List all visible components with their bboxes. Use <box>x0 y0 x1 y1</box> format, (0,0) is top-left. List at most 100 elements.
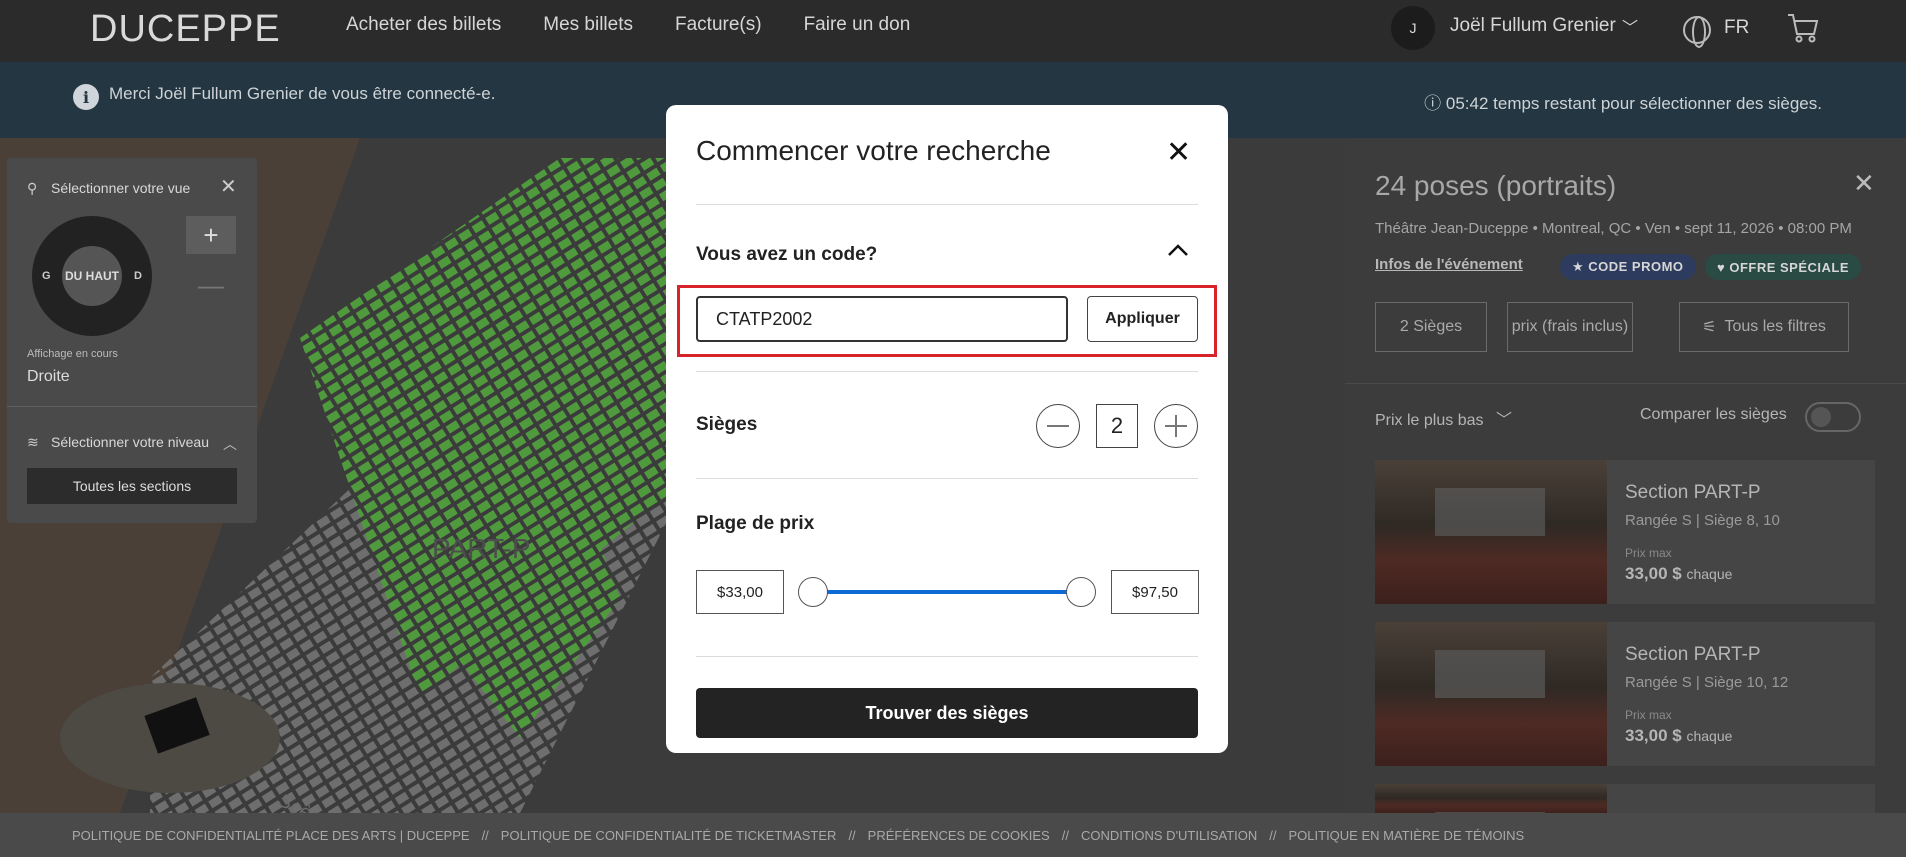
footer-link-privacy-pda[interactable]: POLITIQUE DE CONFIDENTIALITÉ PLACE DES A… <box>72 828 470 843</box>
chevron-down-icon[interactable]: ﹀ <box>1622 14 1638 38</box>
listing-price-label: Prix max <box>1625 708 1672 722</box>
duceppe-logo[interactable]: DUCEPPE <box>90 8 281 51</box>
listing-card[interactable]: Section PART-P Rangée S | Siège 8, 10 Pr… <box>1375 460 1875 604</box>
price-unit: chaque <box>1686 566 1733 582</box>
compare-seats-label: Comparer les sièges <box>1640 406 1787 423</box>
footer-separator: // <box>481 827 489 843</box>
divider <box>696 371 1198 372</box>
find-seats-button[interactable]: Trouver des sièges <box>696 688 1198 738</box>
compare-seats-toggle[interactable] <box>1805 402 1861 432</box>
current-view-value: Droite <box>27 368 70 385</box>
footer-link-privacy-tm[interactable]: POLITIQUE DE CONFIDENTIALITÉ DE TICKETMA… <box>501 828 837 843</box>
sliders-icon: ⚟ <box>1702 319 1717 336</box>
search-modal: Commencer votre recherche ✕ Vous avez un… <box>666 105 1228 753</box>
price-value: 33,00 $ <box>1625 726 1682 745</box>
listing-price: 33,00 $ chaque <box>1625 726 1732 746</box>
all-sections-button[interactable]: Toutes les sections <box>27 468 237 504</box>
nav-mes-billets[interactable]: Mes billets <box>543 14 633 36</box>
footer-link-terms[interactable]: CONDITIONS D'UTILISATION <box>1081 828 1257 843</box>
all-filters-label: Tous les filtres <box>1724 318 1826 335</box>
seat-view-image <box>1375 784 1607 857</box>
divider <box>1345 383 1906 384</box>
seat-view-image <box>1375 460 1607 604</box>
language-selector[interactable]: FR <box>1724 17 1749 39</box>
modal-title: Commencer votre recherche <box>696 135 1051 166</box>
close-icon[interactable]: ✕ <box>1166 135 1191 170</box>
section-label[interactable]: PART-P <box>432 533 531 565</box>
apply-code-button[interactable]: Appliquer <box>1087 296 1198 342</box>
seats-count[interactable]: 2 <box>1096 404 1138 448</box>
user-avatar[interactable]: J <box>1391 6 1435 50</box>
divider <box>696 478 1198 479</box>
login-notice-text: Merci Joël Fullum Grenier de vous être c… <box>109 84 496 103</box>
view-dial-top[interactable]: DU HAUT <box>62 246 122 306</box>
listing-card-partial[interactable] <box>1375 784 1875 857</box>
seat-timer: ⓘ 05:42 temps restant pour sélectionner … <box>1424 94 1822 113</box>
listing-price: 33,00 $ chaque <box>1625 564 1732 584</box>
price-max-handle[interactable] <box>1066 577 1096 607</box>
top-nav: DUCEPPE Acheter des billets Mes billets … <box>0 0 1906 62</box>
seats-decrement-button[interactable] <box>1036 404 1080 448</box>
price-range-track[interactable] <box>812 590 1080 594</box>
nav-acheter-billets[interactable]: Acheter des billets <box>346 14 501 36</box>
promo-code-badge: ★ CODE PROMO <box>1560 254 1696 280</box>
seats-increment-button[interactable] <box>1154 404 1198 448</box>
price-value: 33,00 $ <box>1625 564 1682 583</box>
seat-view-image <box>1375 622 1607 766</box>
close-icon[interactable]: ✕ <box>1853 168 1875 199</box>
main-nav: Acheter des billets Mes billets Facture(… <box>346 14 910 36</box>
promo-code-label: Vous avez un code? <box>696 244 878 265</box>
view-panel: ⚲ Sélectionner votre vue ✕ DU HAUT G D +… <box>7 158 257 523</box>
sort-label: Prix le plus bas <box>1375 412 1484 429</box>
chevron-down-icon: ﹀ <box>1495 412 1512 429</box>
price-min-handle[interactable] <box>798 577 828 607</box>
close-icon[interactable]: ✕ <box>220 174 237 199</box>
viewer-icon: ⚲ <box>27 180 38 196</box>
globe-icon[interactable] <box>1683 16 1711 48</box>
chevron-up-icon[interactable] <box>1166 238 1190 262</box>
info-icon: i <box>73 84 99 110</box>
view-panel-title: Sélectionner votre vue <box>51 180 191 196</box>
footer-link-cookies[interactable]: PRÉFÉRENCES DE COOKIES <box>868 828 1050 843</box>
sort-dropdown[interactable]: Prix le plus bas ﹀ <box>1375 406 1512 430</box>
zoom-out-button[interactable]: — <box>186 266 236 304</box>
current-view-label: Affichage en cours <box>27 348 118 360</box>
divider <box>696 204 1198 205</box>
seats-label: Sièges <box>696 414 758 435</box>
promo-code-input[interactable] <box>696 296 1068 342</box>
footer-separator: // <box>1269 827 1277 843</box>
chevron-up-icon[interactable]: ︿ <box>223 434 237 454</box>
price-range-label: Plage de prix <box>696 513 815 534</box>
nav-faire-un-don[interactable]: Faire un don <box>804 14 911 36</box>
all-filters-button[interactable]: ⚟ Tous les filtres <box>1679 302 1849 352</box>
zoom-in-button[interactable]: + <box>186 216 236 254</box>
price-max-field[interactable]: $97,50 <box>1111 570 1199 614</box>
price-min-field[interactable]: $33,00 <box>696 570 784 614</box>
listing-card[interactable]: Section PART-P Rangée S | Siège 10, 12 P… <box>1375 622 1875 766</box>
listing-row-seat: Rangée S | Siège 10, 12 <box>1625 674 1789 691</box>
user-menu[interactable]: Joël Fullum Grenier <box>1450 15 1616 37</box>
nav-factures[interactable]: Facture(s) <box>675 14 762 36</box>
listings-panel: 24 poses (portraits) ✕ Théâtre Jean-Duce… <box>1345 138 1906 857</box>
level-title: Sélectionner votre niveau <box>51 434 209 450</box>
listing-row-seat: Rangée S | Siège 8, 10 <box>1625 512 1780 529</box>
footer-separator: // <box>848 827 856 843</box>
event-title: 24 poses (portraits) <box>1375 170 1617 201</box>
listing-section: Section PART-P <box>1625 644 1761 665</box>
layers-icon: ≋ <box>27 434 39 450</box>
divider <box>7 406 257 407</box>
cart-icon[interactable] <box>1786 12 1820 44</box>
listing-section: Section PART-P <box>1625 482 1761 503</box>
seats-filter[interactable]: 2 Sièges <box>1375 302 1487 352</box>
price-unit: chaque <box>1686 728 1733 744</box>
special-offer-badge: ♥ OFFRE SPÉCIALE <box>1705 254 1862 280</box>
event-info-link[interactable]: Infos de l'événement <box>1375 256 1523 273</box>
footer-separator: // <box>1061 827 1069 843</box>
view-left[interactable]: G <box>42 270 51 282</box>
price-filter[interactable]: prix (frais inclus) <box>1507 302 1633 352</box>
divider <box>696 656 1198 657</box>
view-right[interactable]: D <box>134 270 142 282</box>
event-venue: Théâtre Jean-Duceppe • Montreal, QC • Ve… <box>1375 220 1852 237</box>
footer: POLITIQUE DE CONFIDENTIALITÉ PLACE DES A… <box>0 813 1906 857</box>
footer-link-cookie-policy[interactable]: POLITIQUE EN MATIÈRE DE TÉMOINS <box>1289 828 1525 843</box>
